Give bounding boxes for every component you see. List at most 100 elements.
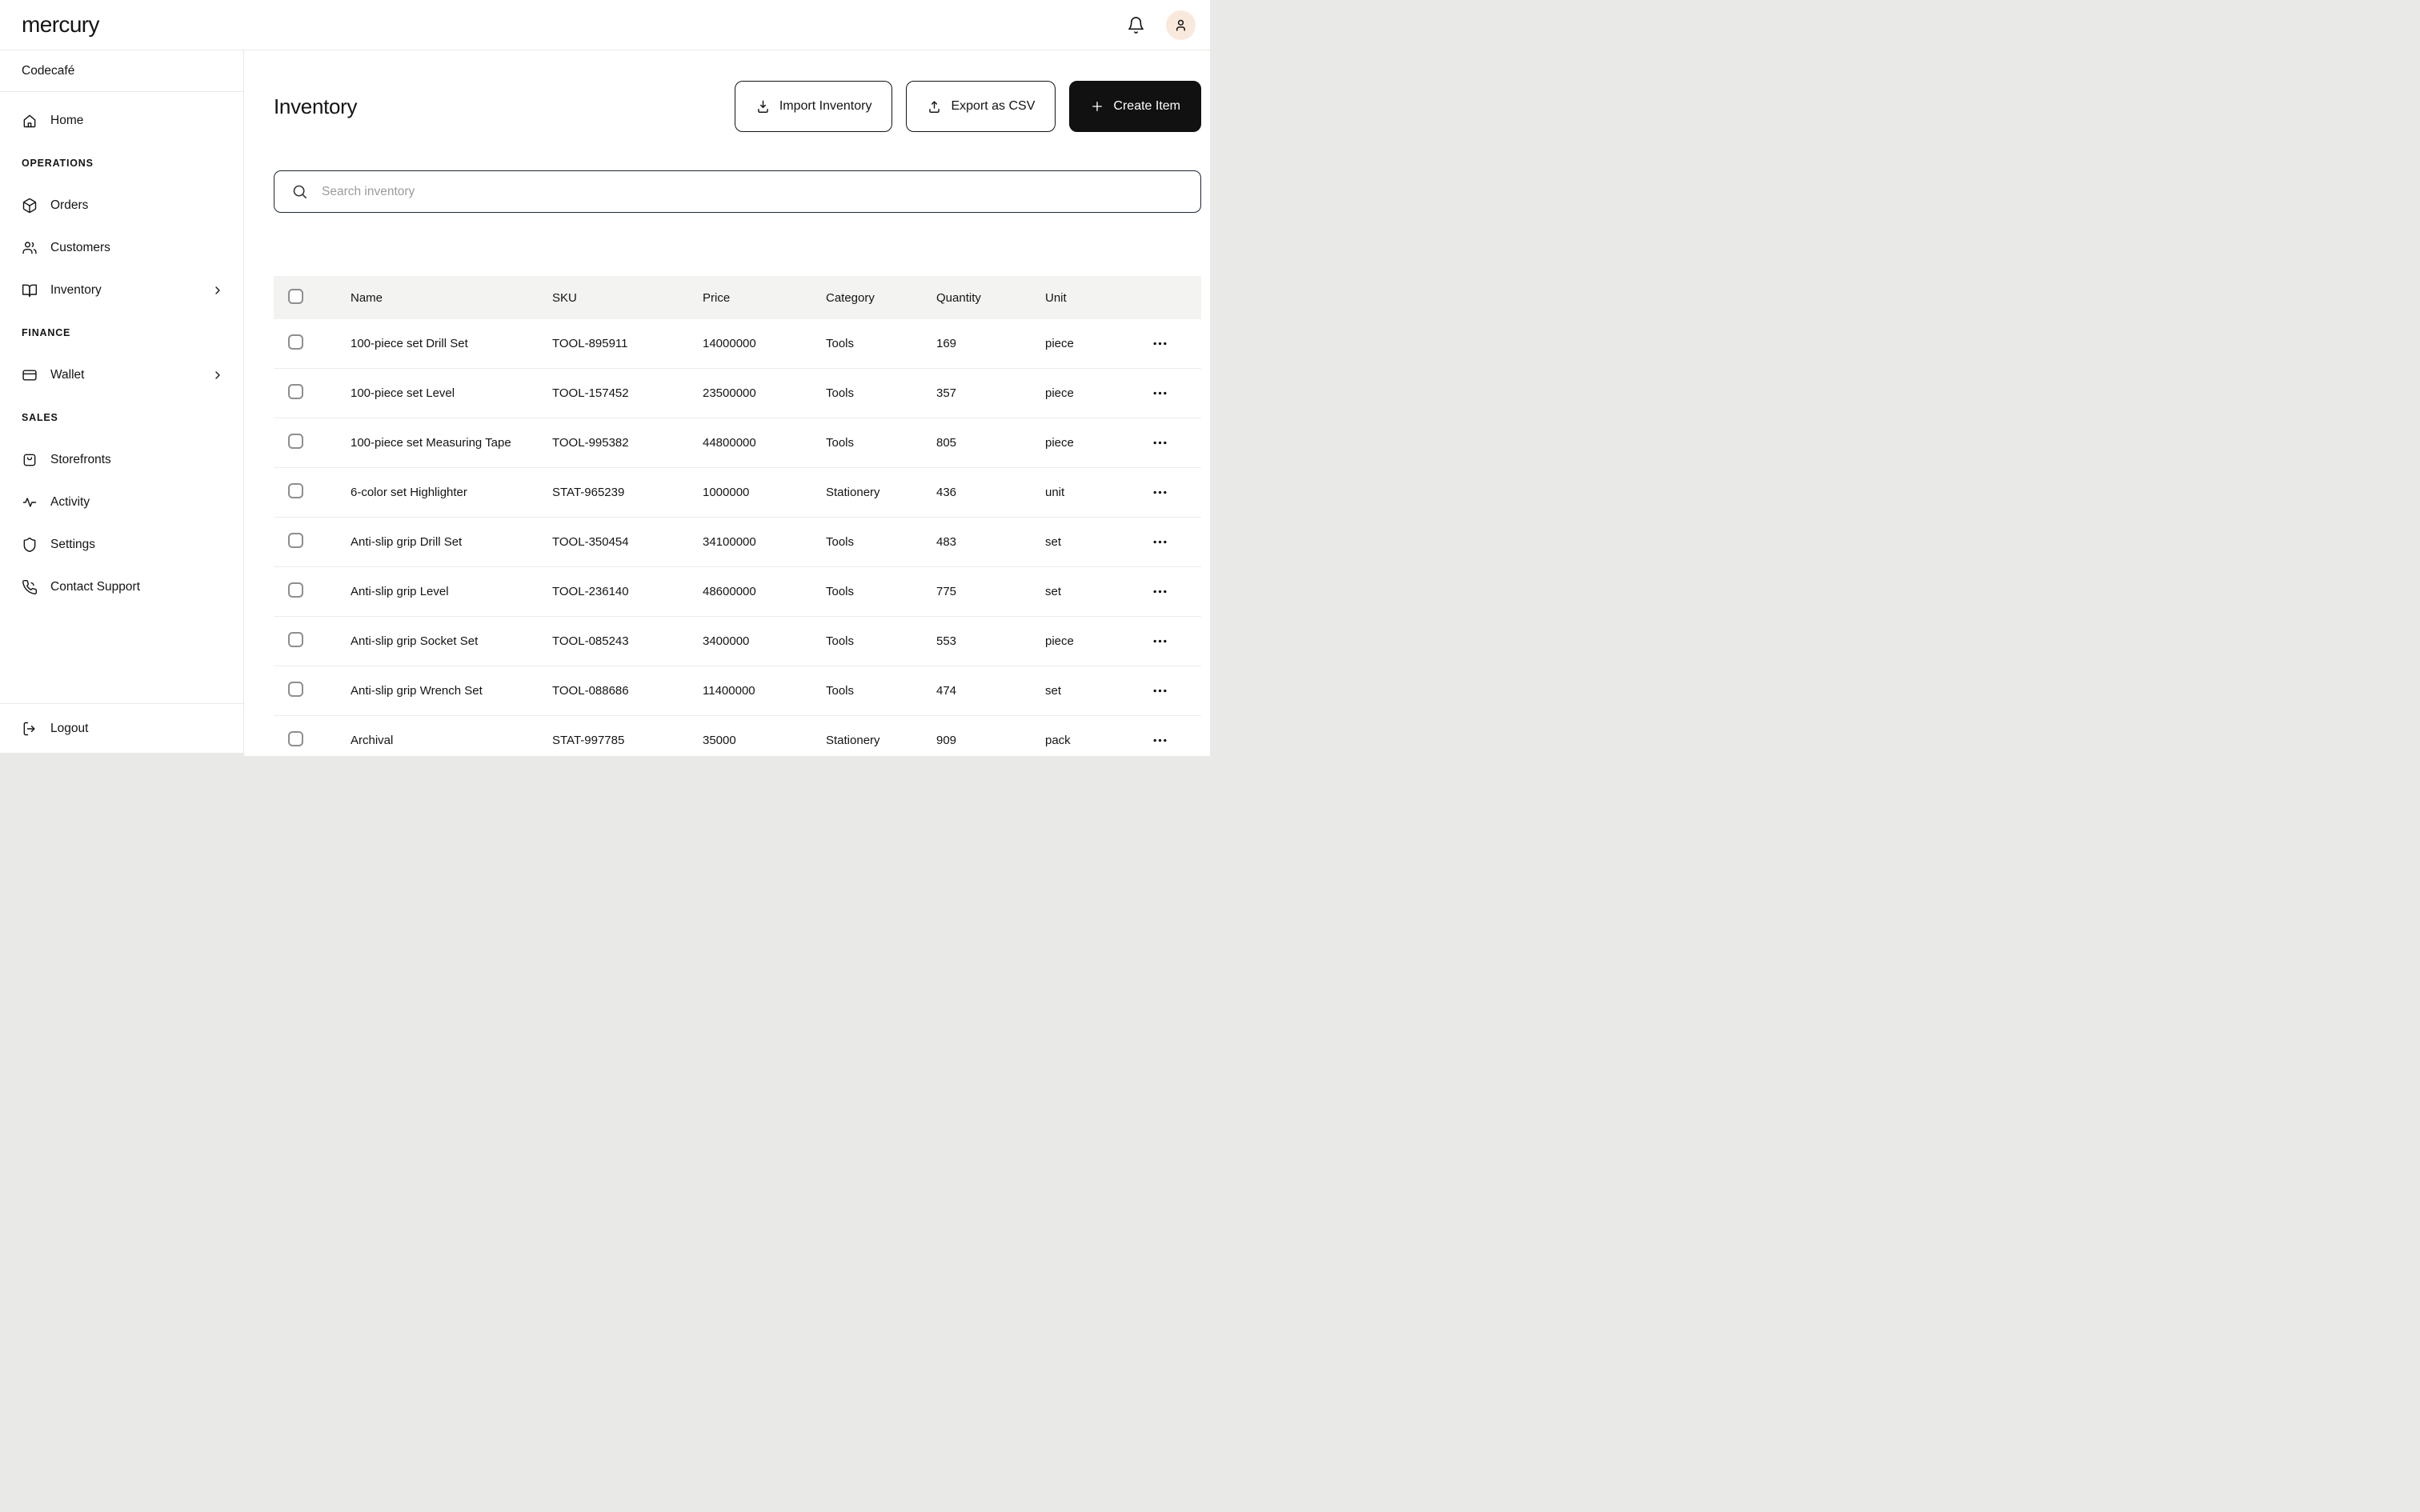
sidebar-item-inventory[interactable]: Inventory	[0, 269, 243, 311]
sidebar-item-home[interactable]: Home	[0, 99, 243, 142]
row-actions-cell	[1148, 530, 1201, 554]
sidebar-item-label: Activity	[50, 495, 90, 510]
column-header-price: Price	[703, 291, 826, 305]
row-checkbox[interactable]	[288, 483, 303, 498]
row-menu-button[interactable]	[1148, 332, 1172, 355]
create-item-button[interactable]: Create Item	[1069, 81, 1201, 132]
row-menu-button[interactable]	[1148, 580, 1172, 603]
cell-price: 44800000	[703, 436, 826, 450]
cell-category: Tools	[826, 535, 936, 549]
notifications-button[interactable]	[1127, 16, 1145, 34]
sidebar-bottom-strip	[0, 754, 243, 756]
cell-price: 48600000	[703, 585, 826, 598]
sidebar-section-sales: SALES	[0, 396, 243, 438]
export-csv-button[interactable]: Export as CSV	[906, 81, 1056, 132]
row-actions-cell	[1148, 729, 1201, 752]
cell-unit: piece	[1045, 337, 1148, 350]
cell-sku: STAT-997785	[552, 734, 703, 747]
sidebar-item-settings[interactable]: Settings	[0, 523, 243, 566]
cell-sku: TOOL-088686	[552, 684, 703, 698]
cell-name: Anti-slip grip Wrench Set	[351, 684, 552, 698]
row-checkbox[interactable]	[288, 334, 303, 350]
row-checkbox[interactable]	[288, 731, 303, 746]
row-checkbox[interactable]	[288, 434, 303, 449]
sidebar-item-logout[interactable]: Logout	[0, 703, 243, 754]
search-icon	[291, 183, 308, 200]
row-checkbox[interactable]	[288, 682, 303, 697]
row-menu-button[interactable]	[1148, 382, 1172, 405]
cell-quantity: 483	[936, 535, 1045, 549]
sidebar-item-storefronts[interactable]: Storefronts	[0, 438, 243, 481]
page-header: Inventory Import Inventory Export as CSV	[274, 81, 1201, 132]
page-actions: Import Inventory Export as CSV Create It…	[735, 81, 1201, 132]
column-header-name: Name	[351, 291, 552, 305]
sidebar-item-label: Customers	[50, 241, 110, 255]
button-label: Export as CSV	[951, 99, 1035, 114]
cell-unit: set	[1045, 535, 1148, 549]
cell-quantity: 775	[936, 585, 1045, 598]
row-checkbox[interactable]	[288, 384, 303, 399]
ellipsis-icon	[1152, 682, 1168, 699]
cell-price: 11400000	[703, 684, 826, 698]
sidebar-section-finance: FINANCE	[0, 311, 243, 354]
cell-quantity: 436	[936, 486, 1045, 499]
table-row: Anti-slip grip Drill Set TOOL-350454 341…	[274, 518, 1201, 567]
search-input[interactable]	[320, 184, 1184, 200]
avatar[interactable]	[1166, 10, 1196, 40]
cell-name: Anti-slip grip Drill Set	[351, 535, 552, 549]
row-checkbox[interactable]	[288, 632, 303, 647]
download-icon	[755, 99, 771, 114]
sidebar-item-activity[interactable]: Activity	[0, 481, 243, 523]
row-actions-cell	[1148, 332, 1201, 355]
table-row: 100-piece set Drill Set TOOL-895911 1400…	[274, 319, 1201, 369]
row-select-cell	[288, 533, 351, 551]
row-checkbox[interactable]	[288, 582, 303, 598]
row-menu-button[interactable]	[1148, 729, 1172, 752]
select-all-checkbox[interactable]	[288, 289, 303, 304]
row-select-cell	[288, 731, 351, 750]
topbar: mercury	[0, 0, 1210, 50]
ellipsis-icon	[1152, 484, 1168, 501]
upload-icon	[927, 99, 942, 114]
topbar-actions	[1127, 10, 1202, 40]
cell-category: Tools	[826, 337, 936, 350]
sidebar-item-orders[interactable]: Orders	[0, 184, 243, 226]
cell-name: 100-piece set Measuring Tape	[351, 436, 552, 450]
ellipsis-icon	[1152, 583, 1168, 600]
row-menu-button[interactable]	[1148, 530, 1172, 554]
row-actions-cell	[1148, 382, 1201, 405]
sidebar-item-wallet[interactable]: Wallet	[0, 354, 243, 396]
sidebar-item-label: Contact Support	[50, 580, 140, 594]
row-select-cell	[288, 632, 351, 650]
ellipsis-icon	[1152, 633, 1168, 650]
cell-price: 35000	[703, 734, 826, 747]
chevron-right-icon	[211, 369, 224, 382]
home-icon	[22, 113, 38, 129]
cell-unit: pack	[1045, 734, 1148, 747]
sidebar-item-customers[interactable]: Customers	[0, 226, 243, 269]
sidebar: Codecafé Home OPERATIONS Orders	[0, 50, 244, 756]
cell-price: 1000000	[703, 486, 826, 499]
row-menu-button[interactable]	[1148, 431, 1172, 454]
cell-quantity: 909	[936, 734, 1045, 747]
row-select-cell	[288, 334, 351, 353]
table-row: Anti-slip grip Level TOOL-236140 4860000…	[274, 567, 1201, 617]
cell-price: 14000000	[703, 337, 826, 350]
row-menu-button[interactable]	[1148, 679, 1172, 702]
cell-unit: unit	[1045, 486, 1148, 499]
row-menu-button[interactable]	[1148, 630, 1172, 653]
sidebar-item-contact-support[interactable]: Contact Support	[0, 566, 243, 608]
cell-unit: piece	[1045, 634, 1148, 648]
row-checkbox[interactable]	[288, 533, 303, 548]
import-inventory-button[interactable]: Import Inventory	[735, 81, 893, 132]
plus-icon	[1090, 99, 1104, 114]
chevron-right-icon	[211, 284, 224, 297]
sidebar-nav: Home OPERATIONS Orders Customers	[0, 92, 243, 703]
cell-sku: TOOL-157452	[552, 386, 703, 400]
row-actions-cell	[1148, 630, 1201, 653]
page-title: Inventory	[274, 94, 357, 119]
cell-name: 100-piece set Drill Set	[351, 337, 552, 350]
row-menu-button[interactable]	[1148, 481, 1172, 504]
cell-name: Archival	[351, 734, 552, 747]
cell-quantity: 357	[936, 386, 1045, 400]
